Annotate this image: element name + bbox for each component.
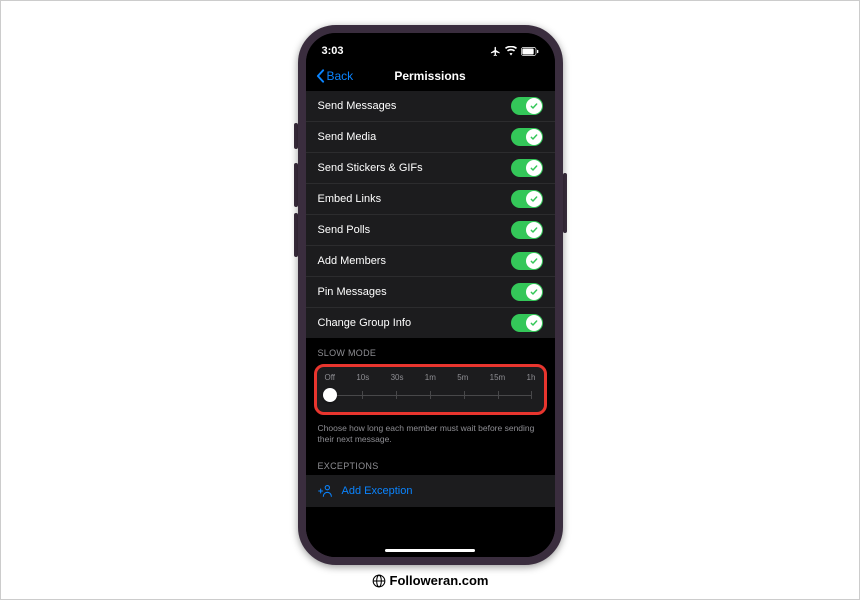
battery-icon <box>521 47 539 56</box>
perm-label: Send Stickers & GIFs <box>318 162 423 174</box>
toggle-send-polls[interactable] <box>511 221 543 239</box>
add-exception-button[interactable]: Add Exception <box>306 475 555 507</box>
perm-label: Send Polls <box>318 224 371 236</box>
toggle-pin-messages[interactable] <box>511 283 543 301</box>
slider-thumb[interactable] <box>323 388 337 402</box>
slider-label-5m: 5m <box>457 373 468 382</box>
check-icon <box>530 102 538 110</box>
chevron-left-icon <box>316 69 325 83</box>
phone-frame: 3:03 Back Permissions Send Messages <box>298 25 563 565</box>
perm-send-messages[interactable]: Send Messages <box>306 91 555 122</box>
slider-label-30s: 30s <box>391 373 404 382</box>
check-icon <box>530 288 538 296</box>
perm-send-stickers[interactable]: Send Stickers & GIFs <box>306 153 555 184</box>
slider-label-off: Off <box>325 373 336 382</box>
check-icon <box>530 257 538 265</box>
check-icon <box>530 226 538 234</box>
nav-bar: Back Permissions <box>306 63 555 91</box>
toggle-embed-links[interactable] <box>511 190 543 208</box>
slider-labels: Off 10s 30s 1m 5m 15m 1h <box>325 373 536 382</box>
brand-footer: Followeran.com <box>372 573 489 588</box>
toggle-change-group-info[interactable] <box>511 314 543 332</box>
toggle-add-members[interactable] <box>511 252 543 270</box>
check-icon <box>530 195 538 203</box>
toggle-send-stickers[interactable] <box>511 159 543 177</box>
slow-mode-slider-box: Off 10s 30s 1m 5m 15m 1h <box>314 364 547 415</box>
perm-send-media[interactable]: Send Media <box>306 122 555 153</box>
perm-add-members[interactable]: Add Members <box>306 246 555 277</box>
slider-label-1m: 1m <box>425 373 436 382</box>
slider-label-10s: 10s <box>356 373 369 382</box>
slow-mode-slider[interactable] <box>325 388 536 402</box>
slider-label-1h: 1h <box>527 373 536 382</box>
back-label: Back <box>327 69 354 83</box>
toggle-send-messages[interactable] <box>511 97 543 115</box>
screen: 3:03 Back Permissions Send Messages <box>306 33 555 557</box>
home-indicator[interactable] <box>385 549 475 552</box>
perm-embed-links[interactable]: Embed Links <box>306 184 555 215</box>
page-title: Permissions <box>394 69 465 83</box>
check-icon <box>530 133 538 141</box>
permissions-list: Send Messages Send Media Send Stickers &… <box>306 91 555 338</box>
status-time: 3:03 <box>322 45 344 57</box>
brand-text: Followeran.com <box>390 573 489 588</box>
globe-icon <box>372 574 386 588</box>
perm-pin-messages[interactable]: Pin Messages <box>306 277 555 308</box>
add-person-icon <box>318 483 334 499</box>
wifi-icon <box>505 46 517 56</box>
toggle-send-media[interactable] <box>511 128 543 146</box>
perm-label: Change Group Info <box>318 317 412 329</box>
check-icon <box>530 164 538 172</box>
back-button[interactable]: Back <box>316 69 354 83</box>
add-exception-label: Add Exception <box>342 485 413 497</box>
perm-label: Send Messages <box>318 100 397 112</box>
perm-send-polls[interactable]: Send Polls <box>306 215 555 246</box>
perm-label: Embed Links <box>318 193 382 205</box>
slow-mode-header: SLOW MODE <box>306 338 555 362</box>
airplane-icon <box>490 46 501 57</box>
slider-label-15m: 15m <box>490 373 506 382</box>
content: Send Messages Send Media Send Stickers &… <box>306 91 555 557</box>
status-icons <box>490 46 539 57</box>
check-icon <box>530 319 538 327</box>
perm-label: Send Media <box>318 131 377 143</box>
slow-mode-help: Choose how long each member must wait be… <box>306 417 555 451</box>
notch <box>375 33 485 53</box>
perm-change-group-info[interactable]: Change Group Info <box>306 308 555 338</box>
perm-label: Pin Messages <box>318 286 387 298</box>
perm-label: Add Members <box>318 255 386 267</box>
exceptions-header: EXCEPTIONS <box>306 451 555 475</box>
